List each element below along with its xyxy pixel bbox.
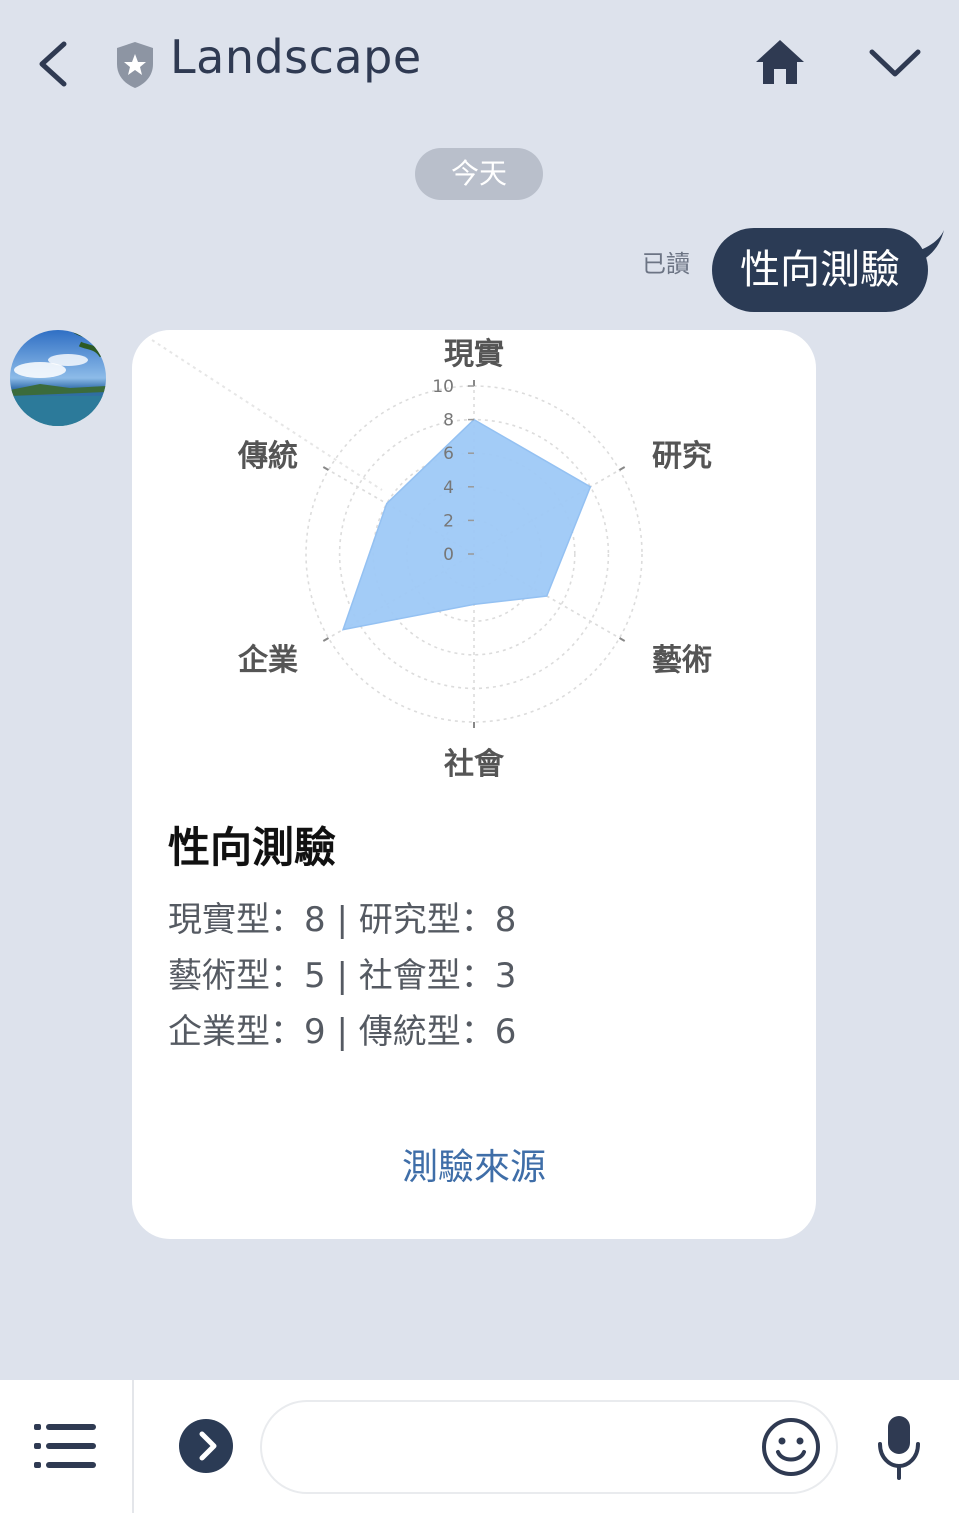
chevron-left-icon [39, 41, 67, 87]
result-card: 0 2 4 6 8 10 現實研究藝術社會 企業 傳統 性向測驗 現實型：8 | 研究型：8 藝… [132, 330, 816, 1239]
tick-label: 10 [432, 377, 454, 397]
tick-label: 0 [443, 545, 454, 565]
avatar[interactable] [10, 330, 106, 426]
home-icon [756, 40, 804, 84]
divider [132, 1380, 134, 1513]
chat-title: Landscape [170, 30, 422, 84]
axis-label: 藝術 [652, 643, 712, 678]
tick-label: 4 [443, 478, 454, 498]
smiley-icon [762, 1418, 820, 1476]
source-link[interactable]: 測驗來源 [132, 1138, 816, 1190]
axis-tick [618, 637, 626, 642]
back-button[interactable] [30, 36, 80, 92]
radar-chart: 0 2 4 6 8 10 現實研究藝術社會 企業 傳統 [151, 337, 712, 782]
input-bar [0, 1380, 959, 1513]
chat-header: Landscape [0, 0, 959, 130]
tick-label: 2 [443, 511, 454, 531]
axis-label: 研究 [652, 439, 712, 474]
expand-button[interactable] [178, 1418, 234, 1474]
message-input[interactable] [260, 1400, 838, 1494]
emoji-button[interactable] [760, 1416, 822, 1478]
score-line-3: 企業型：9 | 傳統型：6 [168, 1012, 517, 1052]
menu-button[interactable] [34, 1420, 96, 1472]
microphone-icon [878, 1416, 920, 1480]
score-line-2: 藝術型：5 | 社會型：3 [168, 956, 517, 996]
shield-star-icon [113, 40, 157, 90]
tick-label: 8 [443, 411, 454, 431]
collapse-button[interactable] [866, 44, 924, 84]
axis-label: 企業 [238, 643, 298, 678]
read-status: 已讀 [642, 250, 690, 278]
date-separator: 今天 [415, 148, 543, 200]
axis-label: 現實 [444, 337, 504, 372]
tick-label: 6 [443, 444, 454, 464]
axis-label: 傳統 [237, 439, 298, 474]
card-title: 性向測驗 [168, 823, 337, 872]
chevron-down-icon [869, 49, 921, 77]
axis-tick [322, 637, 330, 642]
axis-tick [618, 466, 626, 471]
sent-message-bubble[interactable]: 性向測驗 [712, 228, 928, 312]
home-button[interactable] [752, 36, 808, 88]
microphone-button[interactable] [874, 1414, 924, 1480]
menu-list-icon [34, 1424, 96, 1468]
score-line-1: 現實型：8 | 研究型：8 [168, 900, 517, 940]
axis-tick [322, 466, 330, 471]
axis-label: 社會 [444, 747, 505, 782]
data-area [341, 418, 592, 631]
chevron-right-circle-icon [179, 1419, 233, 1473]
